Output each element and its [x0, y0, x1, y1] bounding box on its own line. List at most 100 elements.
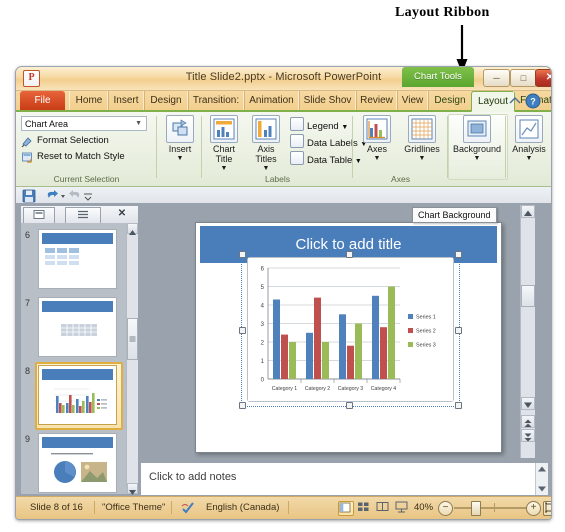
- tab-home[interactable]: Home: [69, 91, 109, 110]
- thumbnail-item[interactable]: 7: [21, 295, 138, 361]
- notes-scrollbar[interactable]: [535, 463, 548, 495]
- slide-scroll-thumb[interactable]: [521, 285, 535, 307]
- chart-title-button[interactable]: Chart Title ▼: [204, 115, 244, 174]
- slide-scroll-up-button[interactable]: [521, 205, 535, 218]
- chevron-down-icon[interactable]: [537, 485, 547, 493]
- slide-counter[interactable]: Slide 8 of 16: [30, 502, 83, 513]
- tab-slide-show[interactable]: Slide Shov: [298, 91, 357, 110]
- thumbnail-scroll-thumb[interactable]: [127, 318, 138, 360]
- data-labels-label: Data Labels: [307, 138, 358, 149]
- tab-animations[interactable]: Animation: [243, 91, 300, 110]
- ribbon-group-analysis: Analysis ▼: [506, 112, 551, 186]
- insert-shapes-icon: [166, 115, 194, 143]
- tab-design[interactable]: Design: [143, 91, 189, 110]
- tab-chart-design[interactable]: Design: [427, 91, 473, 110]
- maximize-button[interactable]: □: [510, 69, 537, 87]
- slide-sorter-button[interactable]: [357, 501, 371, 514]
- scroll-down-button[interactable]: [127, 483, 138, 495]
- background-button[interactable]: Background ▼: [453, 115, 501, 164]
- slide-scrollbar[interactable]: [520, 205, 535, 458]
- chevron-up-icon[interactable]: [537, 465, 547, 473]
- gridlines-dropdown-arrow-icon[interactable]: ▼: [400, 154, 444, 164]
- background-icon: [463, 115, 491, 143]
- zoom-slider-handle[interactable]: [471, 501, 481, 516]
- format-selection-label[interactable]: Format Selection: [37, 135, 109, 146]
- group-label-labels: Labels: [264, 174, 291, 184]
- tab-file[interactable]: File: [20, 91, 65, 110]
- background-dropdown-arrow-icon[interactable]: ▼: [453, 154, 501, 164]
- reset-to-match-style-label[interactable]: Reset to Match Style: [37, 151, 125, 162]
- tab-review[interactable]: Review: [355, 91, 398, 110]
- slides-tab[interactable]: [23, 207, 55, 224]
- chevron-up-icon: [129, 230, 136, 235]
- axes-button[interactable]: Axes ▼: [357, 115, 397, 164]
- thumbnail-item[interactable]: 6: [21, 227, 138, 293]
- zoom-level[interactable]: 40%: [414, 502, 433, 513]
- bar-s1-c1: [273, 299, 280, 379]
- slide-canvas[interactable]: Click to add title 6 5 4 3 2 1 0 Categor…: [195, 222, 502, 453]
- resize-handle-n[interactable]: [346, 251, 353, 258]
- slide-show-button[interactable]: [395, 501, 409, 514]
- axes-dropdown-arrow-icon[interactable]: ▼: [357, 154, 397, 164]
- resize-handle-nw[interactable]: [239, 251, 246, 258]
- legend-series-2: Series 2: [416, 329, 436, 335]
- legend-button[interactable]: Legend ▼: [290, 117, 348, 132]
- analysis-button[interactable]: Analysis ▼: [509, 115, 549, 164]
- scroll-up-button[interactable]: [127, 223, 138, 235]
- save-icon: [22, 189, 36, 203]
- notes-pane[interactable]: Click to add notes: [140, 462, 549, 496]
- minimize-icon: ─: [493, 73, 500, 83]
- thumbnail-chart-icon: [47, 383, 109, 419]
- resize-handle-sw[interactable]: [239, 402, 246, 409]
- tab-transitions[interactable]: Transition:: [187, 91, 245, 110]
- legend-dropdown-arrow-icon[interactable]: ▼: [341, 124, 348, 131]
- thumbnail-grid-icon: [61, 324, 97, 336]
- close-button[interactable]: ✕: [535, 69, 551, 87]
- analysis-label: Analysis: [512, 144, 546, 154]
- help-icon: ?: [525, 93, 541, 109]
- resize-handle-s[interactable]: [346, 402, 353, 409]
- analysis-dropdown-arrow-icon[interactable]: ▼: [509, 154, 549, 164]
- undo-icon: [47, 190, 58, 198]
- chart-title-icon: [210, 115, 238, 143]
- insert-shapes-button[interactable]: Insert ▼: [163, 115, 197, 164]
- resize-handle-w[interactable]: [239, 327, 246, 334]
- thumbnail-item-selected[interactable]: 8: [21, 362, 138, 430]
- tab-view[interactable]: View: [396, 91, 429, 110]
- zoom-out-button[interactable]: −: [438, 501, 453, 516]
- thumbnail-list[interactable]: 6 7 8 9: [21, 223, 138, 494]
- axis-titles-button[interactable]: Axis Titles ▼: [246, 115, 286, 174]
- next-slide-button[interactable]: [521, 429, 535, 442]
- minimize-button[interactable]: ─: [483, 69, 510, 87]
- gridlines-button[interactable]: Gridlines ▼: [400, 115, 444, 164]
- spellcheck-icon[interactable]: [181, 501, 195, 514]
- resize-handle-ne[interactable]: [455, 251, 462, 258]
- thumbnail-scrollbar[interactable]: [126, 223, 138, 495]
- theme-name[interactable]: "Office Theme": [102, 502, 165, 513]
- reading-view-button[interactable]: [376, 501, 390, 514]
- language-indicator[interactable]: English (Canada): [206, 502, 279, 513]
- insert-dropdown-arrow-icon[interactable]: ▼: [163, 154, 197, 164]
- chart-title-dropdown-arrow-icon[interactable]: ▼: [204, 164, 244, 174]
- thumbnail-title-bar: [42, 369, 113, 380]
- outline-tab[interactable]: [65, 207, 101, 224]
- resize-handle-se[interactable]: [455, 402, 462, 409]
- thumbnail-preview: [38, 433, 117, 493]
- axis-titles-label: Axis Titles: [255, 144, 277, 164]
- fit-slide-to-window-button[interactable]: [543, 501, 551, 516]
- bar-s2-c3: [347, 345, 354, 379]
- legend-series-1: Series 1: [416, 315, 436, 321]
- slide-scroll-down-button[interactable]: [521, 397, 535, 410]
- legend-icon: [290, 117, 304, 131]
- chart-object[interactable]: 6 5 4 3 2 1 0 Category 1 Category 2 Cate…: [247, 257, 454, 402]
- resize-handle-e[interactable]: [455, 327, 462, 334]
- zoom-in-button[interactable]: +: [526, 501, 541, 516]
- axis-titles-dropdown-arrow-icon[interactable]: ▼: [246, 164, 286, 174]
- close-pane-button[interactable]: ✕: [109, 207, 135, 222]
- thumbnail-item[interactable]: 9: [21, 431, 138, 494]
- tab-insert[interactable]: Insert: [107, 91, 145, 110]
- previous-slide-button[interactable]: [521, 415, 535, 428]
- chart-element-select[interactable]: Chart Area ▼: [21, 116, 147, 131]
- normal-view-button[interactable]: [338, 501, 354, 516]
- chart-tools-contextual-label: Chart Tools: [402, 67, 474, 87]
